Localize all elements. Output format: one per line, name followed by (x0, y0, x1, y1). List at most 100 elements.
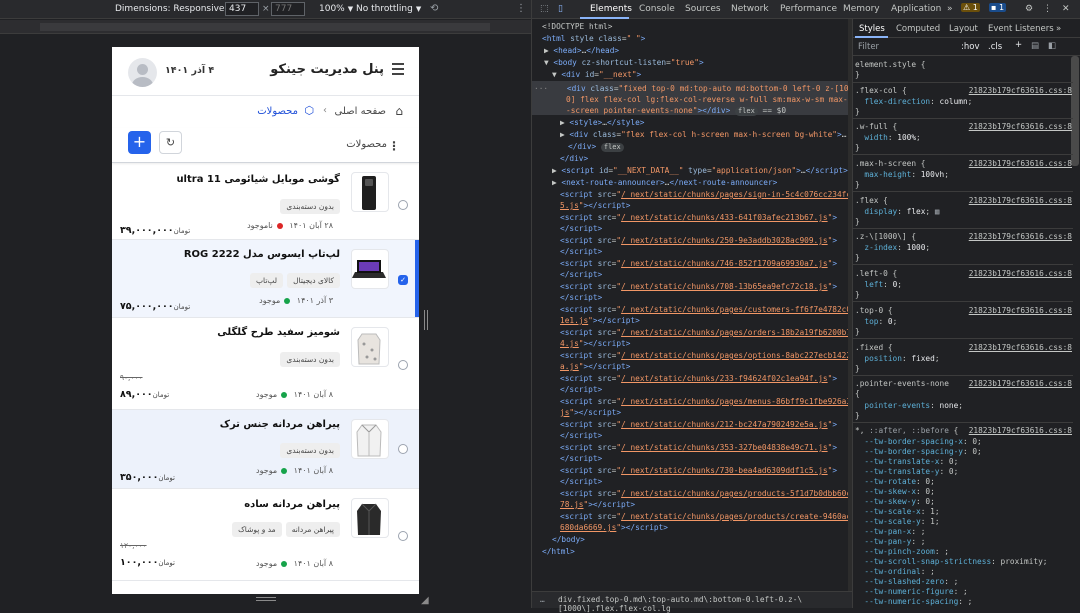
dom-line[interactable]: <script src="/_next/static/chunks/730-be… (560, 465, 837, 476)
breadcrumb-home[interactable]: صفحه اصلی (335, 106, 386, 117)
tab-event-listeners[interactable]: Event Listeners (988, 24, 1054, 34)
dom-line[interactable]: 5.js"></script> (560, 200, 630, 211)
dom-line[interactable]: <script src="/_next/static/chunks/212-bc… (560, 419, 837, 430)
product-name[interactable]: شومیز سفید طرح گلگلی (217, 327, 340, 338)
list-item[interactable]: گوشی موبایل شیائومی 11 ultra بدون دسته‌ب… (112, 164, 419, 240)
settings-icon[interactable]: ⚙ (1025, 4, 1033, 14)
width-input[interactable] (225, 2, 259, 16)
tab-memory[interactable]: Memory (843, 4, 880, 14)
avatar[interactable] (128, 58, 157, 87)
height-input[interactable] (271, 2, 305, 16)
new-rule-icon[interactable]: + (1015, 40, 1022, 50)
dom-line[interactable]: <!DOCTYPE html> (542, 21, 612, 32)
dom-line[interactable]: 1e1.js"></script> (560, 315, 640, 326)
dom-line[interactable]: <script src="/_next/static/chunks/233-f9… (560, 373, 837, 384)
tab-elements[interactable]: Elements (590, 4, 632, 14)
menu-icon[interactable] (392, 63, 404, 78)
dom-line[interactable]: <script src="/_next/static/chunks/250-9e… (560, 235, 837, 246)
dom-line[interactable]: </script> (560, 292, 602, 303)
inspect-icon[interactable]: ⬚ (540, 4, 549, 14)
dom-line[interactable]: </script> (560, 223, 602, 234)
dom-line[interactable]: ▶ <script id="__NEXT_DATA__" type="appli… (552, 165, 848, 176)
tab-performance[interactable]: Performance (780, 4, 837, 14)
dom-line[interactable]: </html> (542, 546, 575, 557)
list-item[interactable]: پیراهن مردانه جنس ترک بدون دسته‌بندی ۸ آ… (112, 410, 419, 489)
row-checkbox[interactable] (398, 360, 408, 370)
add-product-button[interactable]: + (128, 131, 151, 154)
styles-scrollbar[interactable] (1071, 56, 1079, 166)
dom-line[interactable]: 680da6669.js"></script> (560, 522, 668, 533)
dom-line[interactable]: <html style class=" "> (542, 33, 645, 44)
dom-line[interactable]: ··· <div class="fixed top-0 md:top-auto … (534, 83, 852, 94)
list-item[interactable]: لپ‌تاپ ایسوس مدل ROG 2222 کالای دیجیتالل… (112, 240, 419, 318)
dom-line[interactable]: <script src="/_next/static/chunks/pages/… (560, 488, 852, 499)
dom-line[interactable]: <script src="/_next/static/chunks/433-64… (560, 212, 837, 223)
device-toggle-icon[interactable]: ▯ (558, 4, 563, 14)
cls-toggle[interactable]: .cls (988, 42, 1002, 52)
product-name[interactable]: گوشی موبایل شیائومی 11 ultra (176, 174, 340, 185)
product-name[interactable]: لپ‌تاپ ایسوس مدل ROG 2222 (184, 249, 340, 260)
dom-line[interactable]: <script src="/_next/static/chunks/708-13… (560, 281, 837, 292)
product-name[interactable]: پیراهن مردانه ساده (244, 499, 340, 510)
tab-console[interactable]: Console (639, 4, 675, 14)
warning-badge[interactable]: ⚠ 1 (961, 3, 980, 12)
computed-styles-icon[interactable]: ▤ (1031, 41, 1039, 51)
dom-line[interactable]: </body> (552, 534, 585, 545)
tab-application[interactable]: Application (891, 4, 941, 14)
dom-line[interactable]: <script src="/_next/static/chunks/pages/… (560, 511, 852, 522)
tab-layout[interactable]: Layout (949, 24, 978, 34)
more-options-icon[interactable]: ⋮ (516, 3, 526, 14)
dom-line[interactable]: js"></script> (560, 407, 621, 418)
info-badge[interactable]: ▪ 1 (989, 3, 1007, 12)
bottom-resize-handle[interactable] (256, 597, 276, 601)
dom-line[interactable]: </script> (560, 246, 602, 257)
tab-styles[interactable]: Styles (859, 24, 885, 34)
hov-toggle[interactable]: :hov (961, 42, 979, 52)
dom-line[interactable]: ▶ <head>…</head> (544, 45, 619, 56)
row-checkbox[interactable] (398, 531, 408, 541)
dom-line[interactable]: a.js"></script> (560, 361, 630, 372)
more-vertical-icon[interactable]: ⋮ (388, 139, 400, 153)
tab-more[interactable]: » (947, 4, 953, 14)
dom-line[interactable]: <script src="/_next/static/chunks/pages/… (560, 350, 852, 361)
dom-line[interactable]: <script src="/_next/static/chunks/pages/… (560, 396, 852, 407)
media-query-ruler[interactable] (0, 20, 531, 34)
breadcrumb-current[interactable]: محصولات (257, 106, 298, 117)
dom-line[interactable]: </div> (560, 153, 588, 164)
dom-line[interactable]: </div> flex (568, 141, 624, 152)
dom-line[interactable]: ▶ <next-route-announcer>…</next-route-an… (552, 177, 777, 188)
product-name[interactable]: پیراهن مردانه جنس ترک (220, 419, 340, 430)
dom-line[interactable]: <script src="/_next/static/chunks/353-32… (560, 442, 837, 453)
dom-breadcrumb-node[interactable]: div.fixed.top-0.md\:top-auto.md\:bottom-… (558, 595, 852, 613)
dom-line[interactable]: 0] flex flex-col lg:flex-col-reverse w-f… (566, 94, 852, 105)
more-vertical-icon[interactable]: ⋮ (1043, 4, 1052, 14)
filter-input[interactable]: Filter (858, 42, 879, 52)
corner-resize-icon[interactable]: ◢ (421, 595, 429, 606)
sidebar-toggle-icon[interactable]: ◧ (1048, 41, 1056, 51)
rotate-icon[interactable]: ⟲ (430, 3, 438, 14)
right-resize-handle[interactable] (424, 310, 428, 330)
dom-line[interactable]: </script> (560, 269, 602, 280)
dom-line[interactable]: ▶ <div class="flex flex-col h-screen max… (560, 129, 846, 140)
dom-line[interactable]: -screen pointer-events-none"></div> flex… (566, 105, 786, 116)
refresh-button[interactable]: ↻ (159, 131, 182, 154)
row-checkbox[interactable] (398, 444, 408, 454)
close-icon[interactable]: ✕ (1062, 4, 1070, 14)
dom-line[interactable]: 78.js"></script> (560, 499, 635, 510)
dom-line[interactable]: ▶ <style>…</style> (560, 117, 645, 128)
dom-line[interactable]: <script src="/_next/static/chunks/pages/… (560, 327, 851, 338)
tab-network[interactable]: Network (731, 4, 769, 14)
dom-line[interactable]: </script> (560, 384, 602, 395)
zoom-dropdown[interactable]: 100% ▼ (319, 4, 353, 14)
dom-line[interactable]: <script src="/_next/static/chunks/746-85… (560, 258, 837, 269)
dom-line[interactable]: </script> (560, 430, 602, 441)
dimensions-dropdown[interactable]: Dimensions: Responsive▼ (115, 4, 233, 14)
row-checkbox[interactable]: ✓ (398, 275, 408, 285)
dom-line[interactable]: </script> (560, 453, 602, 464)
throttling-dropdown[interactable]: No throttling ▼ (356, 4, 421, 14)
row-checkbox[interactable] (398, 200, 408, 210)
tab-sources[interactable]: Sources (685, 4, 721, 14)
list-item[interactable]: پیراهن مردانه ساده پیراهن مردانهمد و پوش… (112, 489, 419, 581)
tab-more[interactable]: » (1056, 24, 1061, 34)
dom-line[interactable]: <script src="/_next/static/chunks/pages/… (560, 189, 852, 200)
